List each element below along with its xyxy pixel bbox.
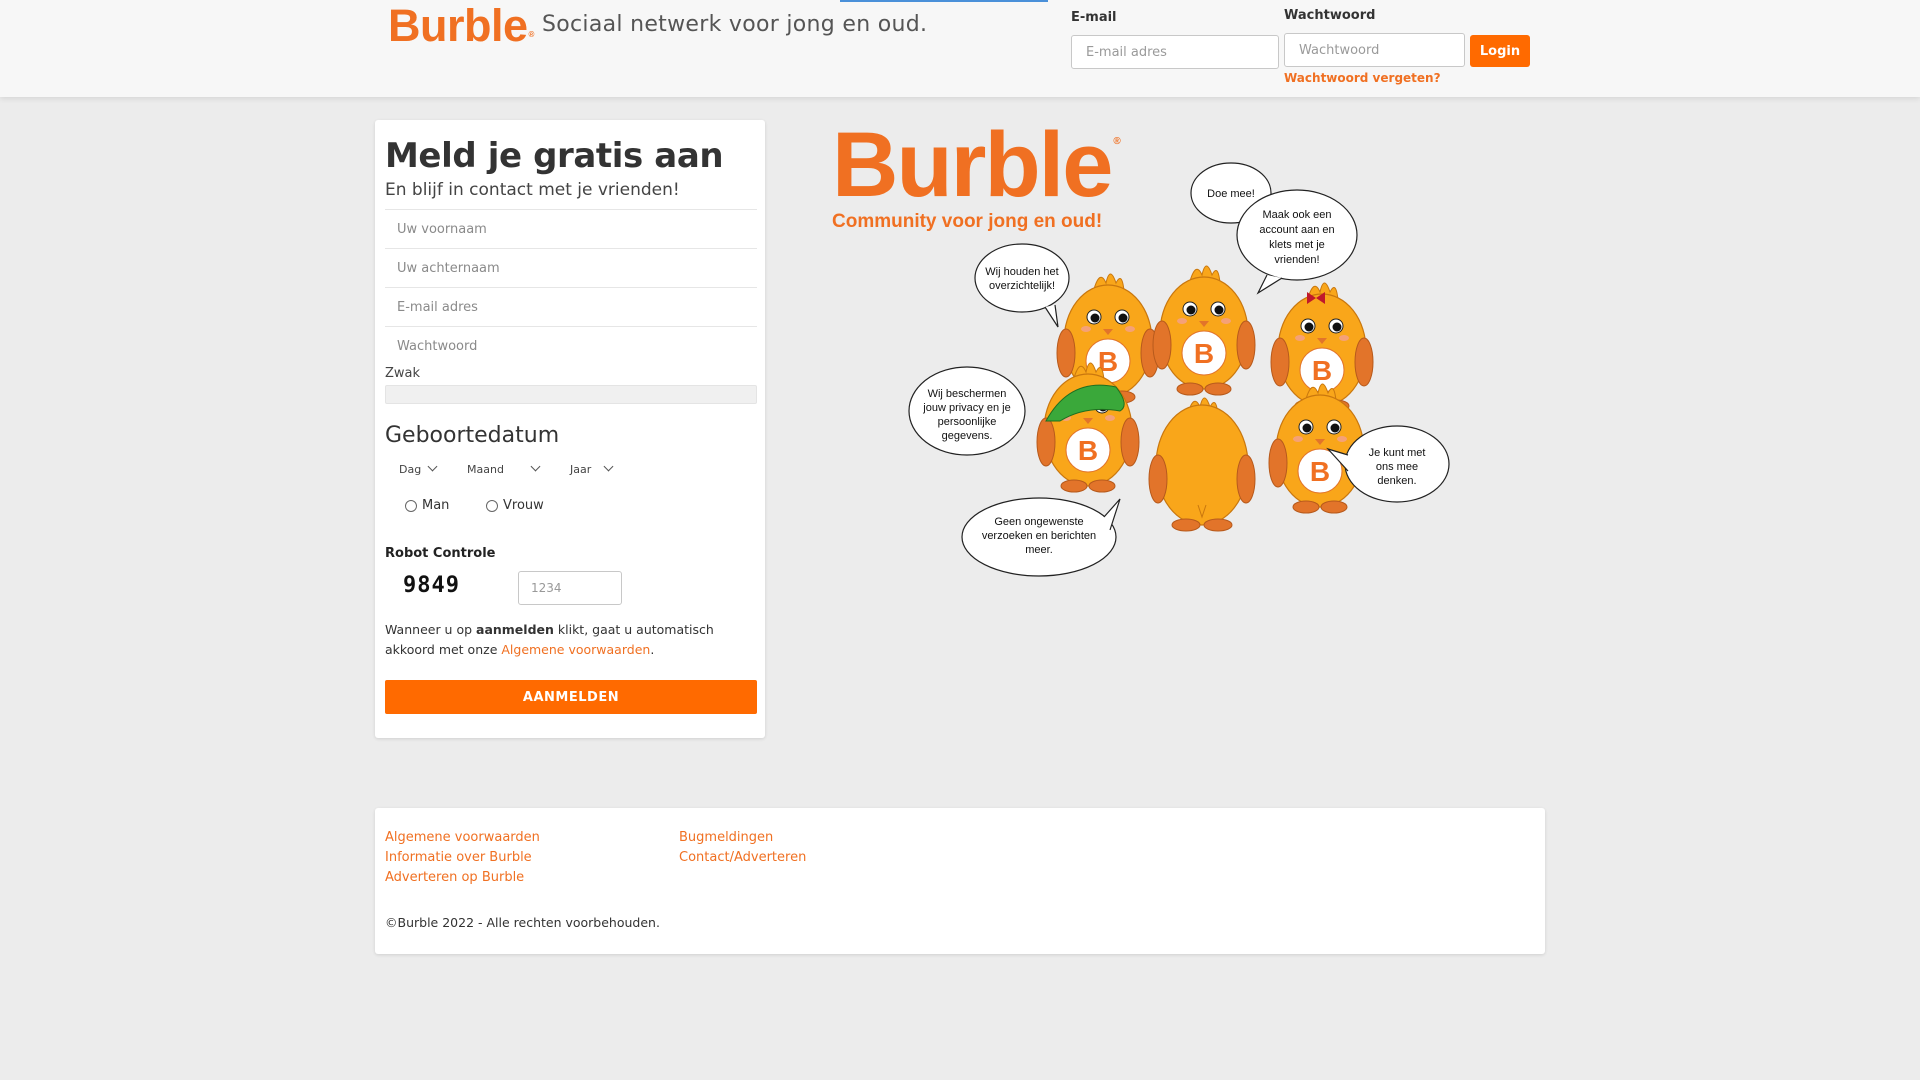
login-email-input[interactable] xyxy=(1071,35,1279,69)
chick-mascots-graphic: B Doe mee! xyxy=(908,162,1450,577)
svg-text:klets met je: klets met je xyxy=(1269,239,1325,251)
captcha-code: 9849 xyxy=(403,573,460,598)
bubble-overzicht: Wij houden het overzichtelijk! xyxy=(974,243,1070,328)
chevron-down-icon xyxy=(427,461,438,472)
chevron-down-icon xyxy=(530,461,541,472)
header-tagline: Sociaal netwerk voor jong en oud. xyxy=(542,12,928,37)
password-strength-bar xyxy=(385,385,757,404)
svg-text:gegevens.: gegevens. xyxy=(942,430,993,442)
chevron-down-icon xyxy=(603,461,614,472)
signup-subtitle: En blijf in contact met je vrienden! xyxy=(385,180,680,200)
svg-text:verzoeken en berichten: verzoeken en berichten xyxy=(982,530,1096,542)
header-logo[interactable]: Burble® xyxy=(388,0,534,52)
captcha-input[interactable] xyxy=(518,571,622,605)
login-password-input[interactable] xyxy=(1284,33,1465,67)
promo-illustration: Burble® Community voor jong en oud! B xyxy=(820,115,1460,595)
svg-text:Doe mee!: Doe mee! xyxy=(1207,188,1255,200)
signup-title: Meld je gratis aan xyxy=(385,136,724,176)
footer-link-terms[interactable]: Algemene voorwaarden xyxy=(385,830,540,845)
signup-email-input[interactable] xyxy=(385,287,757,326)
signup-password-input[interactable] xyxy=(385,326,757,365)
firstname-input[interactable] xyxy=(385,209,757,248)
robot-check-label: Robot Controle xyxy=(385,546,496,561)
terms-text: Wanneer u op aanmelden klikt, gaat u aut… xyxy=(385,622,714,657)
forgot-password-link[interactable]: Wachtwoord vergeten? xyxy=(1284,71,1441,85)
svg-text:ons mee: ons mee xyxy=(1376,461,1418,473)
login-email-label: E-mail xyxy=(1071,10,1117,25)
svg-text:persoonlijke: persoonlijke xyxy=(938,416,997,428)
svg-text:meer.: meer. xyxy=(1025,544,1053,556)
page-footer: Algemene voorwaarden Informatie over Bur… xyxy=(375,808,1545,954)
bubble-privacy: Wij beschermen jouw privacy en je persoo… xyxy=(908,366,1026,456)
svg-text:Wij houden het: Wij houden het xyxy=(985,266,1058,278)
svg-text:overzichtelijk!: overzichtelijk! xyxy=(989,280,1055,292)
bubble-maak-ook: Maak ook een account aan en klets met je… xyxy=(1236,189,1358,295)
radio-circle-icon xyxy=(405,499,417,512)
copyright-text: ©Burble 2022 - Alle rechten voorbehouden… xyxy=(385,915,660,930)
svg-text:Geen ongewenste: Geen ongewenste xyxy=(994,516,1083,528)
lastname-input[interactable] xyxy=(385,248,757,287)
svg-text:vrienden!: vrienden! xyxy=(1274,254,1319,266)
footer-link-bugs[interactable]: Bugmeldingen xyxy=(679,830,773,845)
bubble-geen: Geen ongewenste verzoeken en berichten m… xyxy=(961,497,1121,577)
svg-text:Maak ook een: Maak ook een xyxy=(1262,209,1331,221)
signup-submit-button[interactable]: AANMELDEN xyxy=(385,680,757,714)
password-strength-label: Zwak xyxy=(385,366,421,381)
gender-male-radio[interactable]: Man xyxy=(405,498,449,513)
login-button[interactable]: Login xyxy=(1470,35,1530,67)
radio-circle-icon xyxy=(486,499,498,512)
chick-back xyxy=(1148,397,1256,532)
month-select[interactable]: Maand xyxy=(467,461,541,476)
svg-text:denken.: denken. xyxy=(1377,475,1416,487)
signup-card: Meld je gratis aan En blijf in contact m… xyxy=(375,120,765,738)
birthdate-title: Geboortedatum xyxy=(385,423,560,448)
top-header: Burble® Sociaal netwerk voor jong en oud… xyxy=(0,0,1920,97)
svg-text:Je kunt met: Je kunt met xyxy=(1369,447,1426,459)
svg-text:Wij beschermen: Wij beschermen xyxy=(928,388,1007,400)
year-select[interactable]: Jaar xyxy=(570,461,614,476)
footer-link-contact[interactable]: Contact/Adverteren xyxy=(679,850,806,865)
gender-female-radio[interactable]: Vrouw xyxy=(486,498,544,513)
header-accent-line xyxy=(840,0,1048,2)
login-password-label: Wachtwoord xyxy=(1284,8,1376,23)
svg-text:jouw privacy en je: jouw privacy en je xyxy=(922,402,1010,414)
footer-link-advertise[interactable]: Adverteren op Burble xyxy=(385,870,524,885)
day-select[interactable]: Dag xyxy=(399,461,438,476)
svg-text:account aan en: account aan en xyxy=(1259,224,1334,236)
terms-link[interactable]: Algemene voorwaarden xyxy=(501,642,650,657)
footer-link-info[interactable]: Informatie over Burble xyxy=(385,850,532,865)
chick-top-center xyxy=(1152,265,1256,396)
